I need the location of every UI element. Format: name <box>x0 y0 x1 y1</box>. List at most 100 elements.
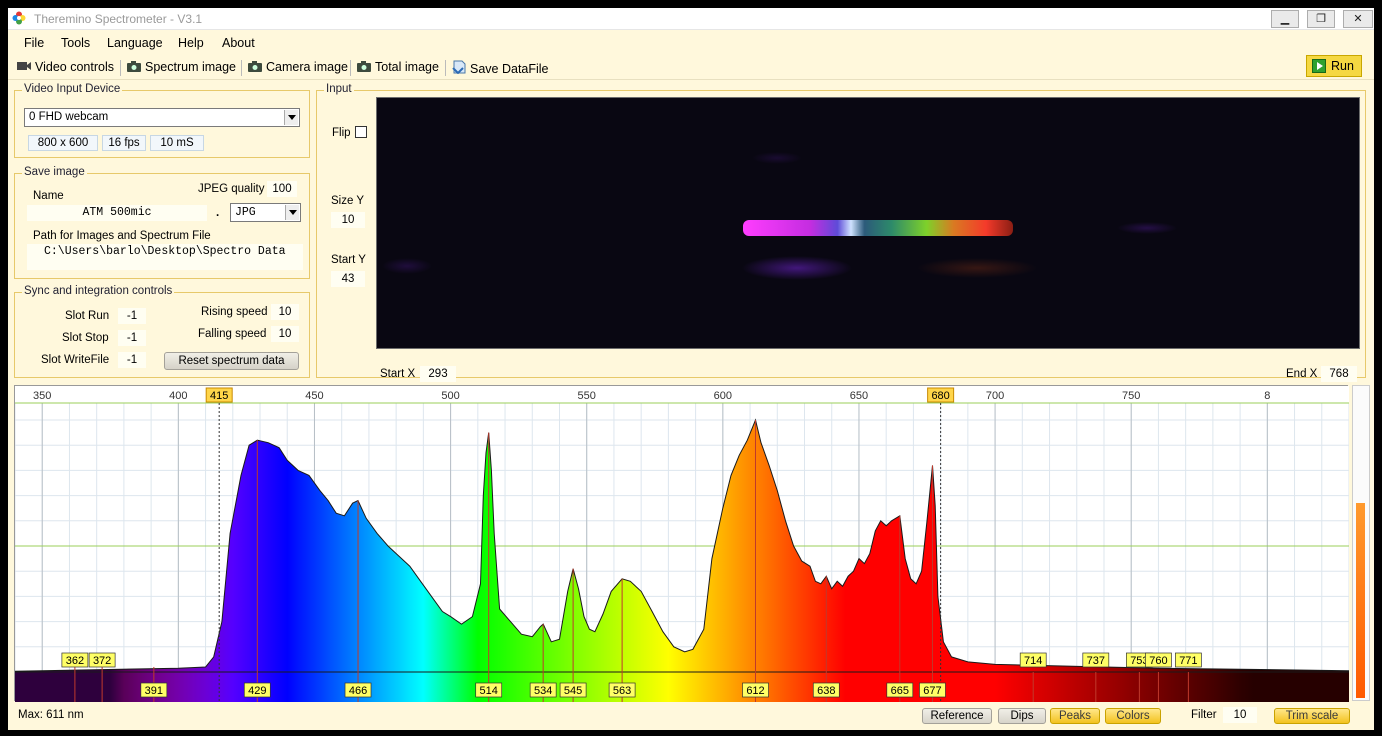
peak-label: 534 <box>534 685 552 697</box>
x-tick-label: 8 <box>1264 390 1270 402</box>
peak-label: 737 <box>1087 655 1105 667</box>
size-y-label: Size Y <box>331 195 365 207</box>
filter-label: Filter <box>1191 709 1217 721</box>
chevron-down-icon <box>284 110 298 125</box>
title-bar: Theremino Spectrometer - V3.1 ▁ ❐ ✕ <box>8 8 1374 30</box>
x-tick-label: 450 <box>305 390 323 402</box>
menu-language[interactable]: Language <box>107 36 163 50</box>
peak-label: 771 <box>1179 655 1197 667</box>
menu-about[interactable]: About <box>222 36 255 50</box>
rising-speed-label: Rising speed <box>201 306 268 318</box>
slot-writefile-label: Slot WriteFile <box>41 354 110 366</box>
peak-label: 391 <box>145 685 163 697</box>
input-title: Input <box>324 83 354 95</box>
end-x-input[interactable]: 768 <box>1321 366 1357 382</box>
camera-image-label: Camera image <box>266 60 348 74</box>
spectrum-chart-svg: 350 400 450 500 550 600 650 700 750 8 415 680 362 372… <box>14 386 1350 702</box>
dips-button[interactable]: Dips <box>998 708 1046 724</box>
reference-button[interactable]: Reference <box>922 708 992 724</box>
slot-stop-label: Slot Stop <box>62 332 109 344</box>
image-format-value: JPG <box>235 206 256 219</box>
rising-speed-input[interactable]: 10 <box>271 304 299 320</box>
x-tick-label: 700 <box>986 390 1004 402</box>
menu-bar: File Tools Language Help About <box>8 31 1374 55</box>
filter-input[interactable]: 10 <box>1223 707 1257 723</box>
save-datafile-label: Save DataFile <box>470 62 549 76</box>
play-icon <box>1312 59 1326 73</box>
peak-label: 362 <box>66 655 84 667</box>
status-bar: Max: 611 nm Reference Dips Peaks Colors … <box>8 703 1374 730</box>
peaks-button[interactable]: Peaks <box>1050 708 1100 724</box>
x-tick-label: 750 <box>1122 390 1140 402</box>
maximize-button[interactable]: ❐ <box>1307 10 1335 28</box>
toolbar-separator <box>350 60 351 76</box>
save-path-input[interactable]: C:\Users\barlo\Desktop\Spectro Data <box>27 244 303 270</box>
run-button[interactable]: Run <box>1306 55 1362 77</box>
intensity-scale-fill <box>1356 503 1365 698</box>
trim-scale-button[interactable]: Trim scale <box>1274 708 1350 724</box>
peak-label: 714 <box>1024 655 1042 667</box>
video-input-title: Video Input Device <box>22 83 123 95</box>
close-button[interactable]: ✕ <box>1343 10 1373 28</box>
peak-label: 429 <box>248 685 266 697</box>
extension-dot: . <box>216 207 220 219</box>
size-y-input[interactable]: 10 <box>331 212 365 228</box>
peak-label: 545 <box>564 685 582 697</box>
camera-preview[interactable] <box>376 97 1360 349</box>
menu-help[interactable]: Help <box>178 36 204 50</box>
name-label: Name <box>33 190 64 202</box>
menu-file[interactable]: File <box>24 36 44 50</box>
video-controls-button[interactable]: Video controls <box>16 60 114 74</box>
minimize-button[interactable]: ▁ <box>1271 10 1299 28</box>
jpeg-quality-input[interactable]: 100 <box>267 181 297 197</box>
slot-writefile-input[interactable]: -1 <box>118 352 146 368</box>
app-logo-icon <box>12 11 26 25</box>
start-y-input[interactable]: 43 <box>331 271 365 287</box>
spectrum-image-button[interactable]: Spectrum image <box>126 60 236 74</box>
chevron-down-icon <box>285 205 299 220</box>
resolution-value[interactable]: 800 x 600 <box>28 135 98 151</box>
camera-image-button[interactable]: Camera image <box>247 60 348 74</box>
peak-label: 563 <box>613 685 631 697</box>
spectrum-chart[interactable]: 350 400 450 500 550 600 650 700 750 8 415 680 362 372… <box>14 385 1350 702</box>
exposure-value[interactable]: 10 mS <box>150 135 204 151</box>
camera-icon <box>356 60 372 72</box>
start-x-input[interactable]: 293 <box>420 366 456 382</box>
toolbar: Video controls Spectrum image Camera ima… <box>8 55 1374 80</box>
peak-label: 612 <box>746 685 764 697</box>
video-controls-label: Video controls <box>35 60 114 74</box>
total-image-button[interactable]: Total image <box>356 60 439 74</box>
app-window: Theremino Spectrometer - V3.1 ▁ ❐ ✕ File… <box>8 8 1374 730</box>
camera-spectrum-image <box>382 152 1177 280</box>
total-image-label: Total image <box>375 60 439 74</box>
peak-label: 638 <box>817 685 835 697</box>
reset-spectrum-button[interactable]: Reset spectrum data <box>164 352 299 370</box>
x-tick-label: 600 <box>714 390 732 402</box>
camera-icon <box>247 60 263 72</box>
colors-button[interactable]: Colors <box>1105 708 1161 724</box>
x-tick-label: 550 <box>578 390 596 402</box>
flip-checkbox[interactable] <box>355 126 367 138</box>
flip-label: Flip <box>332 127 351 139</box>
save-datafile-button[interactable]: Save DataFile <box>451 60 549 76</box>
video-device-select[interactable]: 0 FHD webcam <box>24 108 300 127</box>
slot-stop-input[interactable]: -1 <box>118 330 146 346</box>
slot-run-input[interactable]: -1 <box>118 308 146 324</box>
save-file-icon <box>451 60 467 75</box>
window-title: Theremino Spectrometer - V3.1 <box>34 12 203 26</box>
falling-speed-input[interactable]: 10 <box>271 326 299 342</box>
video-camera-icon <box>16 60 32 72</box>
image-format-select[interactable]: JPG <box>230 203 301 222</box>
fps-value[interactable]: 16 fps <box>102 135 146 151</box>
image-name-input[interactable]: ATM 500mic <box>27 205 207 221</box>
camera-icon <box>126 60 142 72</box>
sync-title: Sync and integration controls <box>22 285 175 297</box>
peak-label: 760 <box>1149 655 1167 667</box>
menu-tools[interactable]: Tools <box>61 36 90 50</box>
falling-speed-label: Falling speed <box>198 328 267 340</box>
wavelength-strip <box>15 672 1349 702</box>
max-readout: Max: 611 nm <box>18 709 84 721</box>
slot-run-label: Slot Run <box>65 310 110 322</box>
marker-label: 415 <box>210 390 228 402</box>
peak-label: 514 <box>480 685 498 697</box>
